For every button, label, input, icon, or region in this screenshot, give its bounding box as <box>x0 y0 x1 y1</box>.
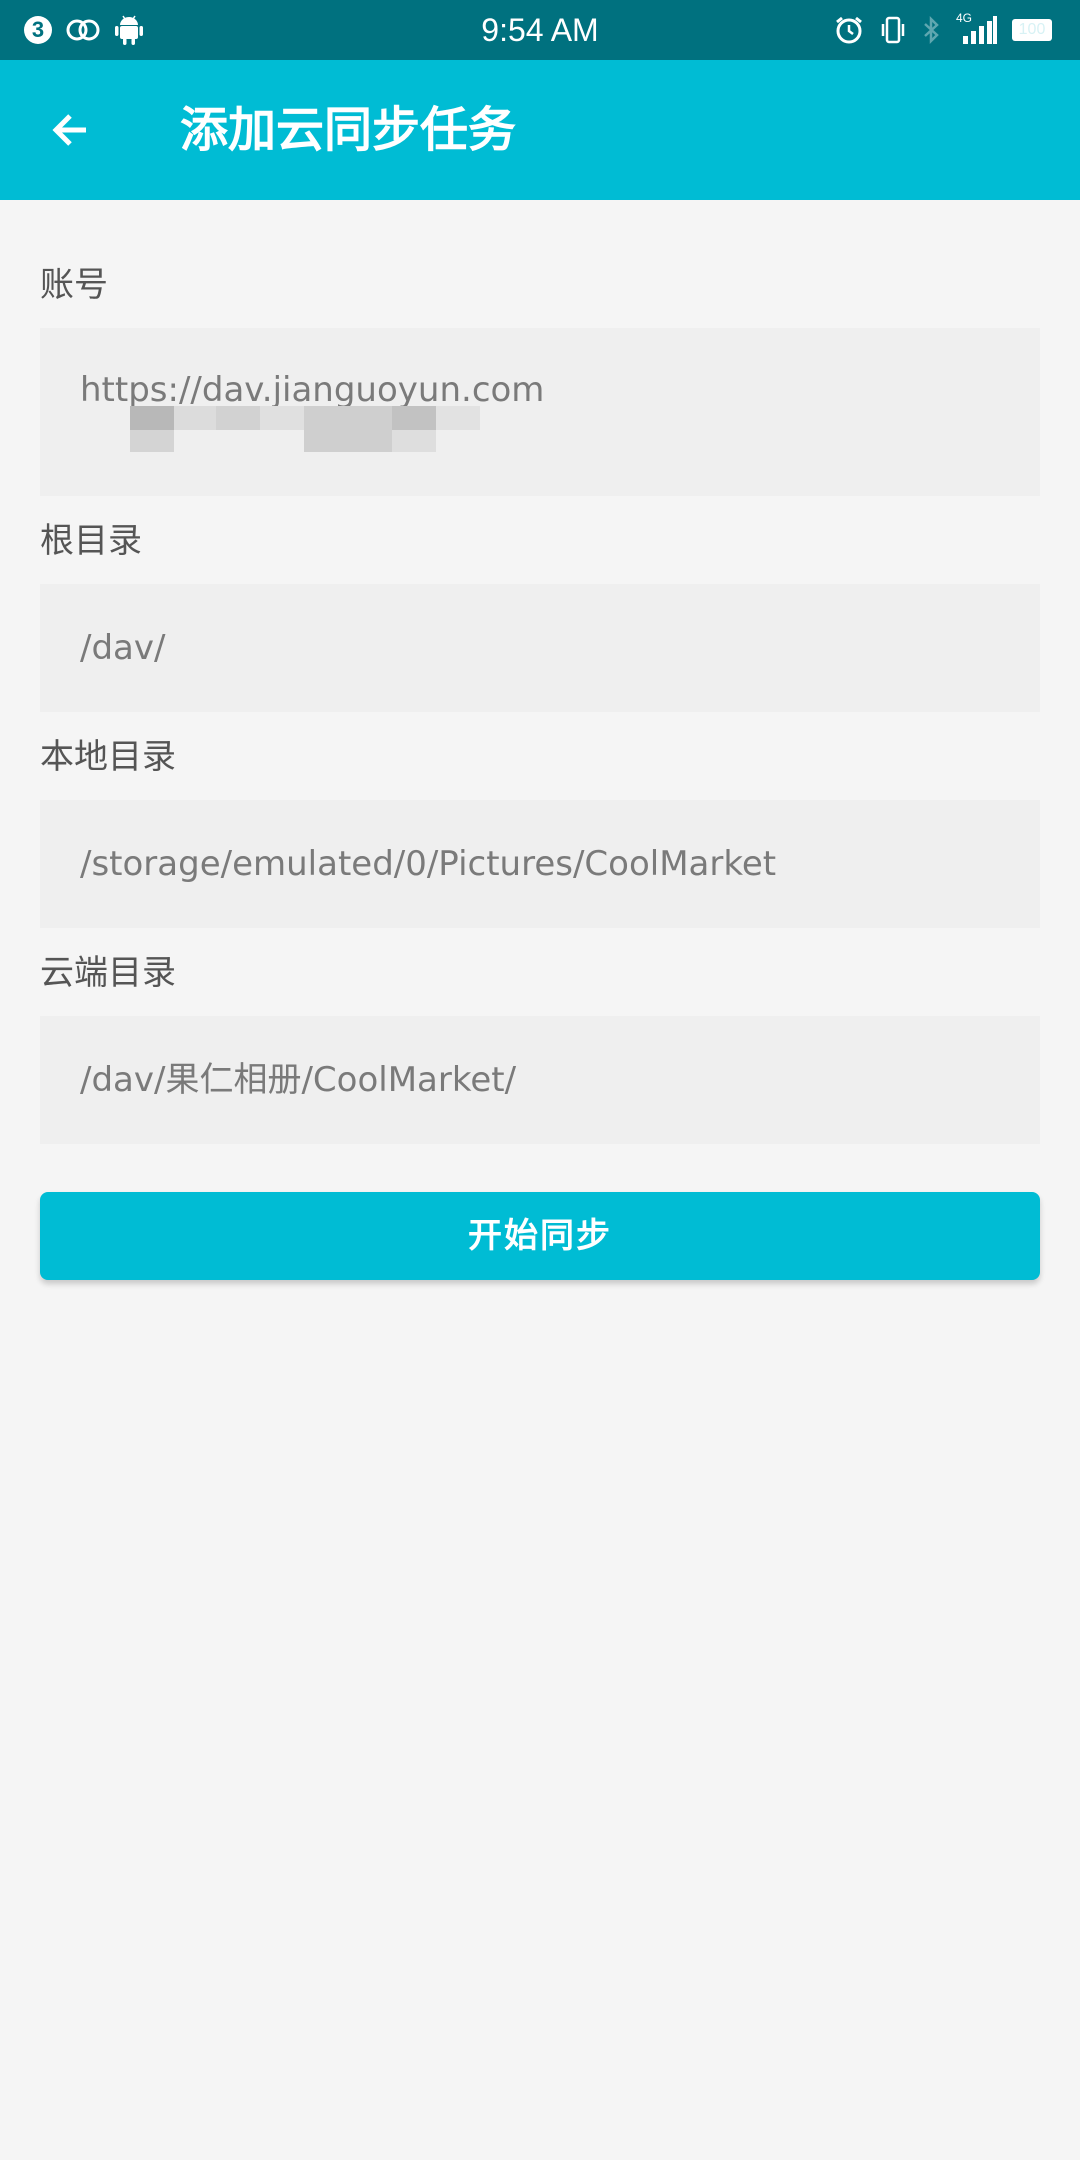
vibrate-icon <box>878 15 908 45</box>
redacted-block <box>130 406 480 452</box>
status-bar: 3 9:54 AM 4G 100 <box>0 0 1080 60</box>
page-title: 添加云同步任务 <box>180 102 517 158</box>
root-dir-field[interactable]: /dav/ <box>40 584 1040 712</box>
account-field[interactable]: https://dav.jianguoyun.com <box>40 328 1040 496</box>
back-button[interactable] <box>30 90 110 170</box>
local-dir-value: /storage/emulated/0/Pictures/CoolMarket <box>80 844 777 884</box>
arrow-left-icon <box>52 114 86 146</box>
root-dir-label: 根目录 <box>40 521 142 561</box>
cloud-dir-field[interactable]: /dav/果仁相册/CoolMarket/ <box>40 1016 1040 1144</box>
root-dir-value: /dav/ <box>80 628 166 668</box>
cloud-dir-value: /dav/果仁相册/CoolMarket/ <box>80 1060 517 1100</box>
cloud-dir-label: 云端目录 <box>40 953 176 993</box>
start-sync-button[interactable]: 开始同步 <box>40 1192 1040 1280</box>
bluetooth-icon <box>922 15 942 45</box>
sync-task-form: 账号 https://dav.jianguoyun.com 根目录 /dav/ … <box>40 200 1040 1144</box>
account-value: https://dav.jianguoyun.com <box>80 370 545 410</box>
battery-icon: 100 <box>1012 19 1052 41</box>
signal-icon: 4G <box>956 11 998 44</box>
status-bar-right: 4G 100 <box>834 0 1052 60</box>
toolbar: 添加云同步任务 <box>0 60 1080 200</box>
alarm-icon <box>834 15 864 45</box>
local-dir-field[interactable]: /storage/emulated/0/Pictures/CoolMarket <box>40 800 1040 928</box>
local-dir-label: 本地目录 <box>40 737 176 777</box>
account-label: 账号 <box>40 265 108 305</box>
